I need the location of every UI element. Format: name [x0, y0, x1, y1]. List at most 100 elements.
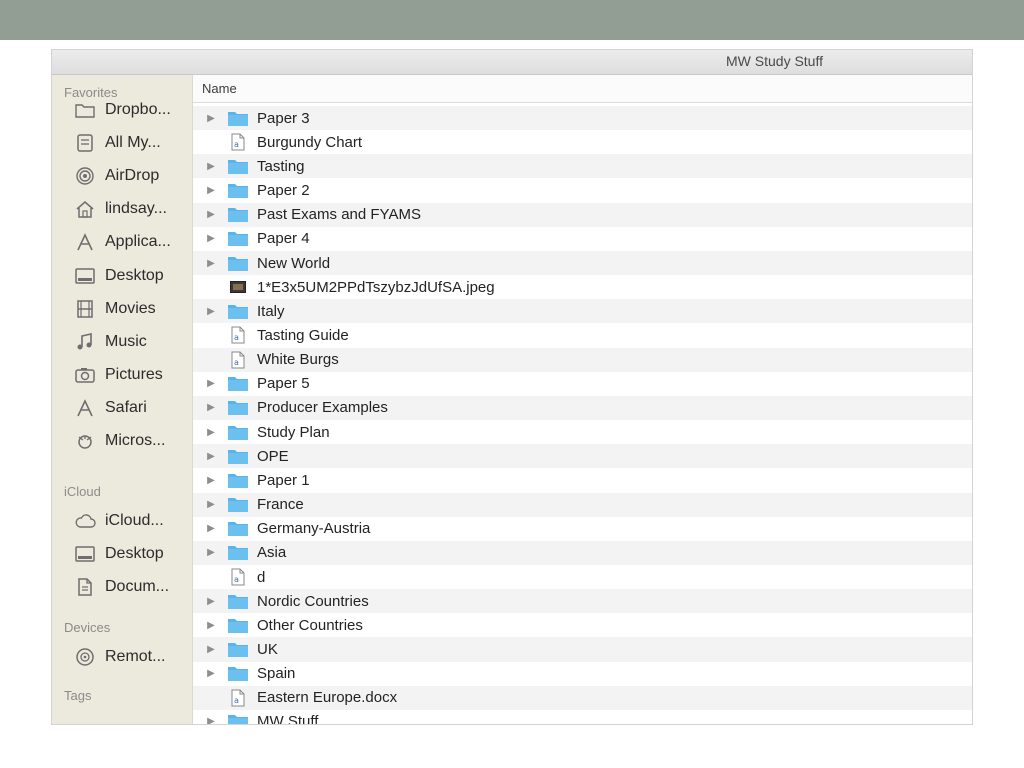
- file-row[interactable]: ▶ Other Countries: [193, 613, 972, 637]
- all-files-icon: [74, 132, 96, 154]
- window-title: MW Study Stuff: [726, 53, 823, 69]
- sidebar: Favorites Dropbo... All My... AirDrop lindsa…: [52, 75, 193, 724]
- sidebar-item[interactable]: iCloud...: [74, 508, 190, 534]
- file-row[interactable]: ▶ Spain: [193, 662, 972, 686]
- desktop-icon: [74, 543, 96, 565]
- folder-icon: [227, 157, 249, 175]
- disclosure-triangle-icon[interactable]: ▶: [203, 233, 219, 244]
- folder-icon: [227, 616, 249, 634]
- file-row[interactable]: ▶ Tasting: [193, 154, 972, 179]
- file-row[interactable]: ▶ New World: [193, 250, 972, 276]
- sidebar-item[interactable]: Music: [74, 329, 190, 355]
- document-icon: a: [227, 689, 249, 707]
- file-row[interactable]: a Eastern Europe.docx: [193, 685, 972, 710]
- disclosure-triangle-icon[interactable]: ▶: [203, 209, 219, 220]
- file-row[interactable]: ▶ UK: [193, 637, 972, 662]
- folder-icon: [227, 423, 249, 441]
- sidebar-item[interactable]: lindsay...: [74, 196, 190, 222]
- disc-icon: [74, 646, 96, 668]
- sidebar-item-label: Applica...: [105, 233, 171, 251]
- disclosure-triangle-icon[interactable]: ▶: [203, 620, 219, 631]
- file-name: Eastern Europe.docx: [257, 689, 398, 707]
- disclosure-triangle-icon[interactable]: ▶: [203, 668, 219, 679]
- disclosure-triangle-icon[interactable]: ▶: [203, 475, 219, 486]
- disclosure-triangle-icon[interactable]: ▶: [203, 716, 219, 724]
- disclosure-triangle-icon[interactable]: ▶: [203, 161, 219, 172]
- file-name: OPE: [257, 447, 289, 465]
- disclosure-triangle-icon[interactable]: ▶: [203, 547, 219, 558]
- file-row[interactable]: ▶ France: [193, 492, 972, 517]
- folder-icon: [227, 206, 249, 224]
- name-column-header[interactable]: Name: [193, 75, 972, 103]
- app-icon: [74, 430, 96, 452]
- folder-icon: [227, 230, 249, 248]
- file-row[interactable]: ▶ Nordic Countries: [193, 589, 972, 614]
- sidebar-item-label: Safari: [105, 398, 147, 416]
- file-row[interactable]: ▶ Paper 4: [193, 227, 972, 251]
- file-name: Asia: [257, 544, 287, 562]
- file-name: Study Plan: [257, 423, 330, 441]
- file-row[interactable]: ▶ Paper 1: [193, 468, 972, 492]
- pictures-icon: [74, 364, 96, 386]
- file-row[interactable]: ▶ Paper 2: [193, 178, 972, 202]
- sidebar-item[interactable]: Desktop: [74, 263, 190, 289]
- sidebar-heading-tags: Tags: [64, 688, 92, 703]
- disclosure-triangle-icon[interactable]: ▶: [203, 451, 219, 462]
- applications-icon: [74, 231, 96, 253]
- sidebar-item[interactable]: Safari: [74, 395, 190, 421]
- airdrop-icon: [74, 165, 96, 187]
- disclosure-triangle-icon[interactable]: ▶: [203, 427, 219, 438]
- sidebar-item-label: AirDrop: [105, 167, 160, 185]
- sidebar-item[interactable]: All My...: [74, 130, 190, 156]
- sidebar-item[interactable]: Dropbo...: [74, 97, 190, 123]
- file-row[interactable]: ▶ Paper 5: [193, 372, 972, 396]
- file-row[interactable]: ▶ Paper 3: [193, 106, 972, 131]
- document-icon: a: [227, 568, 249, 586]
- disclosure-triangle-icon[interactable]: ▶: [203, 306, 219, 317]
- file-row[interactable]: ▶ Germany-Austria: [193, 517, 972, 541]
- file-row[interactable]: a White Burgs: [193, 347, 972, 372]
- file-row[interactable]: ad: [193, 565, 972, 589]
- file-row[interactable]: ▶ Asia: [193, 540, 972, 565]
- file-row[interactable]: a Burgundy Chart: [193, 130, 972, 154]
- sidebar-item[interactable]: Movies: [74, 296, 190, 322]
- file-row[interactable]: 1*E3x5UM2PPdTszybzJdUfSA.jpeg: [193, 275, 972, 299]
- disclosure-triangle-icon[interactable]: ▶: [203, 258, 219, 269]
- file-row[interactable]: ▶ OPE: [193, 444, 972, 469]
- file-name: Paper 2: [257, 182, 310, 200]
- title-bar[interactable]: MW Study Stuff: [52, 50, 972, 75]
- disclosure-triangle-icon[interactable]: ▶: [203, 402, 219, 413]
- file-name: New World: [257, 254, 331, 272]
- disclosure-triangle-icon[interactable]: ▶: [203, 499, 219, 510]
- folder-icon: [227, 302, 249, 320]
- sidebar-item[interactable]: Docum...: [74, 574, 190, 600]
- folder-icon: [227, 641, 249, 659]
- file-row[interactable]: ▶ Italy: [193, 299, 972, 324]
- folder-icon: [227, 665, 249, 683]
- file-row[interactable]: ▶ Producer Examples: [193, 395, 972, 421]
- document-icon: a: [227, 133, 249, 151]
- file-row[interactable]: ▶ Study Plan: [193, 420, 972, 444]
- disclosure-triangle-icon[interactable]: ▶: [203, 644, 219, 655]
- sidebar-item[interactable]: Micros...: [74, 428, 190, 454]
- disclosure-triangle-icon[interactable]: ▶: [203, 185, 219, 196]
- sidebar-item[interactable]: Desktop: [74, 541, 190, 567]
- sidebar-item[interactable]: Remot...: [74, 644, 190, 670]
- disclosure-triangle-icon[interactable]: ▶: [203, 596, 219, 607]
- disclosure-triangle-icon[interactable]: ▶: [203, 113, 219, 124]
- disclosure-triangle-icon[interactable]: ▶: [203, 523, 219, 534]
- sidebar-item[interactable]: AirDrop: [74, 163, 190, 189]
- file-row[interactable]: ▶ MW Stuff: [193, 710, 972, 724]
- sidebar-item-label: Movies: [105, 299, 156, 317]
- disclosure-triangle-icon[interactable]: ▶: [203, 378, 219, 389]
- file-name: d: [257, 568, 266, 586]
- file-row[interactable]: ▶ Past Exams and FYAMS: [193, 202, 972, 227]
- file-list-pane: Name ▶ Paper 3 a Burgundy Chart ▶ Tasting ▶ Pap…: [193, 75, 972, 724]
- file-name: Paper 1: [257, 471, 310, 489]
- sidebar-item[interactable]: Pictures: [74, 362, 190, 388]
- folder-icon: [74, 99, 96, 121]
- folder-icon: [227, 544, 249, 562]
- sidebar-item[interactable]: Applica...: [74, 229, 190, 255]
- file-row[interactable]: a Tasting Guide: [193, 323, 972, 347]
- cloud-icon: [74, 510, 96, 532]
